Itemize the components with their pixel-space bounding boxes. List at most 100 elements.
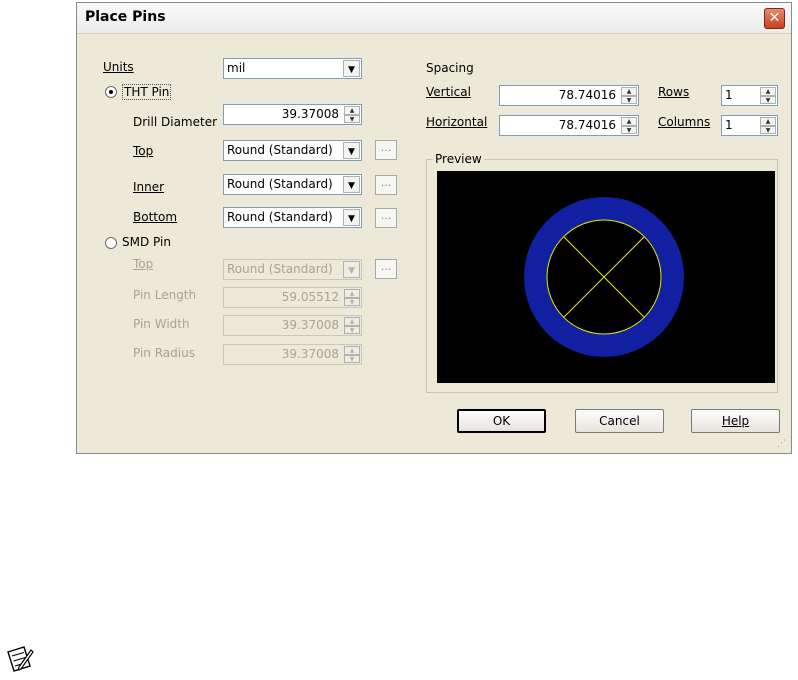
pin-length-label: Pin Length bbox=[133, 288, 197, 302]
spin-up-icon[interactable]: ▲ bbox=[760, 87, 776, 96]
tht-bottom-value: Round (Standard) bbox=[227, 210, 333, 224]
rows-value: 1 bbox=[725, 88, 733, 102]
chevron-down-icon[interactable]: ▼ bbox=[343, 261, 360, 278]
place-pins-dialog: Place Pins ✕ Units mil ▼ THT Pin Drill D… bbox=[76, 2, 792, 454]
pin-width-spinner[interactable]: ▲ ▼ bbox=[344, 317, 360, 334]
spin-down-icon[interactable]: ▼ bbox=[621, 95, 637, 104]
tht-pin-radio[interactable] bbox=[105, 86, 117, 98]
vertical-label-text: Vertical bbox=[426, 85, 471, 99]
chevron-down-icon[interactable]: ▼ bbox=[343, 209, 360, 226]
pin-radius-label: Pin Radius bbox=[133, 346, 195, 360]
pin-width-label: Pin Width bbox=[133, 317, 190, 331]
tht-bottom-label-text: Bottom bbox=[133, 210, 178, 224]
chevron-down-icon[interactable]: ▼ bbox=[343, 176, 360, 193]
dialog-title: Place Pins bbox=[85, 9, 166, 25]
preview-label: Preview bbox=[433, 152, 484, 166]
tht-top-ellipsis-button[interactable]: ... bbox=[375, 140, 397, 160]
spin-down-icon[interactable]: ▼ bbox=[760, 95, 776, 104]
title-bar[interactable]: Place Pins ✕ bbox=[77, 3, 791, 34]
tht-inner-label-text: Inner bbox=[133, 180, 165, 194]
drill-diameter-value: 39.37008 bbox=[281, 107, 339, 121]
spin-down-icon[interactable]: ▼ bbox=[344, 325, 360, 334]
pin-radius-input[interactable]: 39.37008 ▲ ▼ bbox=[223, 344, 362, 365]
horizontal-spacing-input[interactable]: 78.74016 ▲ ▼ bbox=[499, 115, 639, 136]
ok-button[interactable]: OK bbox=[457, 409, 546, 433]
note-pencil-graphic bbox=[7, 646, 34, 672]
units-label-text: Units bbox=[103, 60, 134, 74]
preview-group: Preview bbox=[426, 152, 778, 393]
resize-grip-icon[interactable]: ⋰ bbox=[777, 439, 789, 451]
pin-width-input[interactable]: 39.37008 ▲ ▼ bbox=[223, 315, 362, 336]
pin-length-value: 59.05512 bbox=[281, 290, 339, 304]
tht-top-label-text: Top bbox=[133, 144, 154, 158]
spin-down-icon[interactable]: ▼ bbox=[760, 125, 776, 134]
spin-up-icon[interactable]: ▲ bbox=[621, 117, 637, 126]
vertical-label: Vertical bbox=[426, 85, 471, 99]
pin-length-spinner[interactable]: ▲ ▼ bbox=[344, 289, 360, 306]
tht-inner-value: Round (Standard) bbox=[227, 177, 333, 191]
spin-down-icon[interactable]: ▼ bbox=[344, 114, 360, 123]
tht-top-dropdown[interactable]: Round (Standard) ▼ bbox=[223, 140, 362, 161]
columns-input[interactable]: 1 ▲ ▼ bbox=[721, 115, 778, 136]
smd-top-value: Round (Standard) bbox=[227, 262, 333, 276]
tht-inner-ellipsis-button[interactable]: ... bbox=[375, 175, 397, 195]
vertical-spacing-spinner[interactable]: ▲ ▼ bbox=[621, 87, 637, 104]
tht-top-value: Round (Standard) bbox=[227, 143, 333, 157]
horizontal-label: Horizontal bbox=[426, 115, 487, 129]
units-value: mil bbox=[227, 61, 246, 75]
drill-diameter-label: Drill Diameter bbox=[133, 115, 218, 129]
preview-canvas bbox=[437, 171, 775, 383]
spin-down-icon[interactable]: ▼ bbox=[344, 354, 360, 363]
units-dropdown[interactable]: mil ▼ bbox=[223, 58, 362, 79]
smd-top-dropdown[interactable]: Round (Standard) ▼ bbox=[223, 259, 362, 280]
drill-diameter-spinner[interactable]: ▲ ▼ bbox=[344, 106, 360, 123]
pin-preview-graphic bbox=[437, 171, 775, 383]
horizontal-label-text: Horizontal bbox=[426, 115, 488, 129]
help-button[interactable]: Help bbox=[691, 409, 780, 433]
vertical-spacing-value: 78.74016 bbox=[558, 88, 616, 102]
smd-top-ellipsis-button[interactable]: ... bbox=[375, 259, 397, 279]
tht-inner-label: Inner bbox=[133, 180, 164, 194]
smd-pin-label: SMD Pin bbox=[122, 235, 171, 249]
rows-label-text: Rows bbox=[658, 85, 690, 99]
spin-down-icon[interactable]: ▼ bbox=[621, 125, 637, 134]
drill-diameter-input[interactable]: 39.37008 ▲ ▼ bbox=[223, 104, 362, 125]
pin-width-value: 39.37008 bbox=[281, 318, 339, 332]
note-pencil-icon bbox=[4, 644, 34, 674]
tht-bottom-label: Bottom bbox=[133, 210, 177, 224]
pin-length-input[interactable]: 59.05512 ▲ ▼ bbox=[223, 287, 362, 308]
vertical-spacing-input[interactable]: 78.74016 ▲ ▼ bbox=[499, 85, 639, 106]
spin-up-icon[interactable]: ▲ bbox=[344, 289, 360, 298]
pin-radius-value: 39.37008 bbox=[281, 347, 339, 361]
smd-top-label-text: Top bbox=[133, 257, 154, 271]
chevron-down-icon[interactable]: ▼ bbox=[343, 60, 360, 77]
spin-up-icon[interactable]: ▲ bbox=[621, 87, 637, 96]
columns-value: 1 bbox=[725, 118, 733, 132]
horizontal-spacing-spinner[interactable]: ▲ ▼ bbox=[621, 117, 637, 134]
tht-bottom-ellipsis-button[interactable]: ... bbox=[375, 208, 397, 228]
close-icon: ✕ bbox=[768, 10, 781, 26]
tht-top-label: Top bbox=[133, 144, 153, 158]
spin-down-icon[interactable]: ▼ bbox=[344, 297, 360, 306]
close-button[interactable]: ✕ bbox=[764, 8, 785, 29]
smd-pin-radio[interactable] bbox=[105, 237, 117, 249]
rows-label: Rows bbox=[658, 85, 689, 99]
pin-radius-spinner[interactable]: ▲ ▼ bbox=[344, 346, 360, 363]
tht-pin-label: THT Pin bbox=[122, 84, 172, 100]
spin-up-icon[interactable]: ▲ bbox=[760, 117, 776, 126]
columns-label-text: Columns bbox=[658, 115, 711, 129]
tht-inner-dropdown[interactable]: Round (Standard) ▼ bbox=[223, 174, 362, 195]
spin-up-icon[interactable]: ▲ bbox=[344, 317, 360, 326]
columns-spinner[interactable]: ▲ ▼ bbox=[760, 117, 776, 134]
smd-top-label: Top bbox=[133, 257, 153, 271]
help-button-label: Help bbox=[721, 414, 750, 428]
tht-bottom-dropdown[interactable]: Round (Standard) ▼ bbox=[223, 207, 362, 228]
units-label: Units bbox=[103, 60, 134, 74]
chevron-down-icon[interactable]: ▼ bbox=[343, 142, 360, 159]
spin-up-icon[interactable]: ▲ bbox=[344, 106, 360, 115]
spacing-label: Spacing bbox=[426, 61, 474, 75]
spin-up-icon[interactable]: ▲ bbox=[344, 346, 360, 355]
rows-input[interactable]: 1 ▲ ▼ bbox=[721, 85, 778, 106]
cancel-button[interactable]: Cancel bbox=[575, 409, 664, 433]
rows-spinner[interactable]: ▲ ▼ bbox=[760, 87, 776, 104]
